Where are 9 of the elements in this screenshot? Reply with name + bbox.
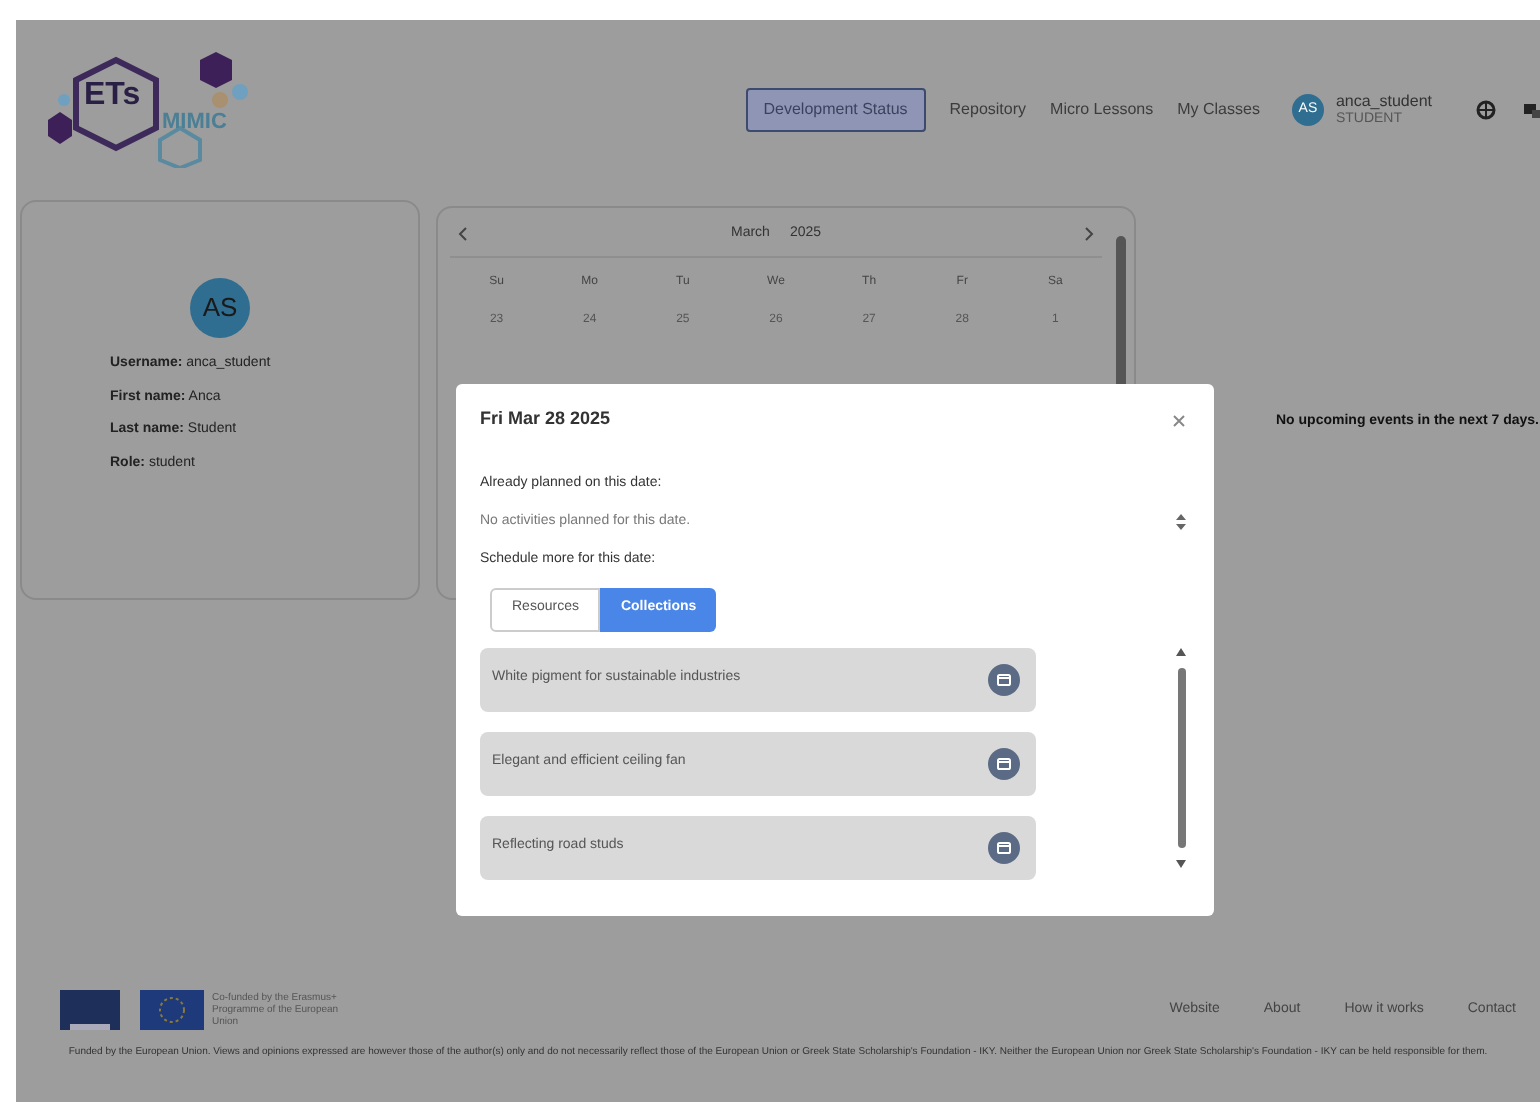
dialog-title: Fri Mar 28 2025 [480,406,611,433]
username: anca_student [1335,92,1432,110]
logo-text: ETs [84,80,141,112]
nav-link[interactable]: Development Status [745,88,926,132]
logo-text: MIMIC [162,112,227,134]
nav-link[interactable]: My Classes [1177,90,1260,130]
profile-avatar: AS [190,278,250,338]
nav-link[interactable]: Micro Lessons [1050,90,1154,130]
nav-link[interactable]: Repository [949,90,1027,130]
